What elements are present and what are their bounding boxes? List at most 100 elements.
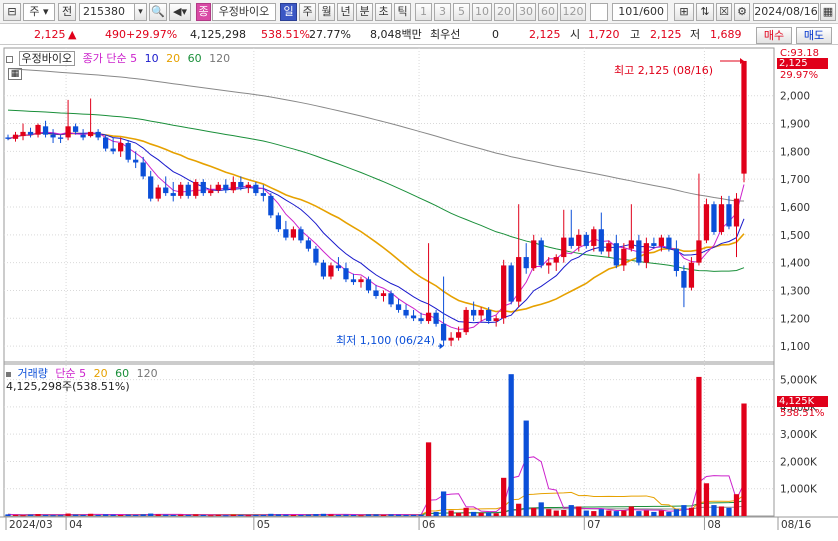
x-axis-label: 08: [707, 519, 720, 531]
candle-body: [643, 243, 649, 263]
volume-bar: [140, 514, 146, 516]
candle-body: [57, 137, 64, 139]
sell-button[interactable]: 매도: [796, 27, 832, 44]
volume-bar: [103, 514, 109, 516]
count-display[interactable]: 101/600: [612, 3, 668, 21]
code-input[interactable]: 215380: [79, 3, 137, 21]
toolbar: ⊟ 주 ▾ 전 215380 ▾ 🔍 ◀▾ 종 우정바이오 일 주 월 년 분 …: [0, 0, 838, 24]
volume-bar: [253, 514, 259, 516]
gear-icon[interactable]: ⚙: [734, 3, 750, 21]
chart-settings-icon[interactable]: ▦: [8, 68, 22, 80]
candle-body: [335, 265, 342, 269]
candle-body: [275, 215, 281, 230]
interval-120[interactable]: 120: [560, 3, 586, 21]
chart-svg[interactable]: 2,000 1,900 1,800 1,700 1,600 1,500 1,400 1,300…: [0, 46, 838, 541]
interval-10[interactable]: 10: [472, 3, 492, 21]
speaker-icon[interactable]: ◀▾: [169, 3, 191, 21]
interval-20[interactable]: 20: [494, 3, 514, 21]
volume-bar: [546, 509, 552, 516]
calendar-icon[interactable]: ▦: [820, 3, 836, 21]
candle-body: [606, 243, 612, 252]
volume-tick-label: 3,000K: [780, 429, 818, 441]
volume-bar: [591, 511, 597, 516]
volume-bar: [350, 514, 357, 516]
volume-bar: [606, 510, 612, 516]
candle-body: [666, 237, 672, 249]
compare-icon[interactable]: ⇅: [696, 3, 714, 21]
interval-30[interactable]: 30: [516, 3, 536, 21]
x-axis-label: 08/16: [781, 519, 812, 531]
candle-body: [50, 134, 56, 138]
best-line-label: 최우선: [430, 28, 461, 41]
low-annotation: 최저 1,100 (06/24): [336, 334, 436, 347]
candle-body: [531, 240, 537, 269]
volume-bar: [328, 514, 334, 516]
price-legend-name[interactable]: 우정바이오: [18, 51, 76, 66]
type-select-value: 주: [29, 5, 40, 18]
volume-bar: [313, 514, 319, 516]
candle-body: [553, 257, 559, 263]
tab-tick[interactable]: 틱: [394, 3, 411, 21]
interval-custom-input[interactable]: [590, 3, 608, 21]
interval-5[interactable]: 5: [453, 3, 470, 21]
candle-body: [538, 240, 544, 266]
candle-body: [455, 332, 462, 338]
candle-body: [463, 309, 469, 333]
code-dropdown-button[interactable]: ▾: [134, 3, 147, 21]
candle-body: [20, 131, 26, 137]
candle-body: [696, 240, 702, 263]
buy-button[interactable]: 매수: [756, 27, 792, 44]
volume-bar: [238, 514, 244, 516]
volume-bar: [553, 510, 559, 516]
volume-bar: [388, 514, 394, 516]
candle-body: [200, 181, 206, 194]
candle-body: [613, 243, 619, 266]
date-input[interactable]: 2024/08/16: [753, 3, 819, 21]
volume-bar: [373, 514, 379, 516]
candle-body: [208, 190, 214, 194]
volume-value-text: 4,125,298주(538.51%): [6, 380, 130, 393]
menu-icon[interactable]: ⊟: [3, 3, 21, 21]
price-tag: 2,125: [777, 58, 828, 69]
candle-body: [591, 229, 597, 246]
type-select[interactable]: 주 ▾: [23, 3, 55, 21]
grid-icon[interactable]: ⊞: [674, 3, 694, 21]
volume-bar: [57, 515, 64, 517]
interval-60[interactable]: 60: [538, 3, 558, 21]
tab-second[interactable]: 초: [375, 3, 392, 21]
stock-name[interactable]: 우정바이오: [212, 3, 276, 21]
tab-week[interactable]: 주: [299, 3, 316, 21]
candle-body: [110, 148, 116, 152]
tab-year[interactable]: 년: [337, 3, 354, 21]
volume-bar: [455, 512, 462, 516]
x-axis-label: 06: [422, 519, 436, 531]
candle-body: [178, 184, 184, 196]
volume-bar: [395, 514, 402, 516]
volume-bar: [305, 514, 312, 516]
volume-bar: [418, 514, 424, 516]
candle-body: [478, 309, 484, 316]
candle-body: [253, 184, 259, 194]
prefix-button[interactable]: 전: [58, 3, 76, 21]
tab-minute[interactable]: 분: [356, 3, 373, 21]
chart-area[interactable]: 2,000 1,900 1,800 1,700 1,600 1,500 1,400 1,300…: [0, 46, 838, 541]
volume-value: 4,125,298: [190, 28, 246, 41]
tab-day[interactable]: 일: [280, 3, 297, 21]
volume-bar: [208, 515, 214, 517]
checkbox-icon[interactable]: ☒: [716, 3, 732, 21]
tab-month[interactable]: 월: [318, 3, 335, 21]
volume-bar: [531, 507, 537, 516]
interval-1[interactable]: 1: [415, 3, 432, 21]
volume-bar: [358, 515, 364, 517]
volume-tick-label: 1,000K: [780, 484, 818, 496]
current-price: 2,125: [34, 28, 66, 41]
volume-bar: [658, 510, 665, 516]
search-icon[interactable]: 🔍: [149, 3, 167, 21]
candle-body: [365, 279, 372, 291]
candle-body: [65, 126, 71, 138]
low-price: 1,689: [710, 28, 742, 41]
volume-bar: [380, 514, 387, 516]
ma10-label: 10: [144, 52, 159, 65]
volume-bar: [613, 511, 619, 516]
interval-3[interactable]: 3: [434, 3, 451, 21]
